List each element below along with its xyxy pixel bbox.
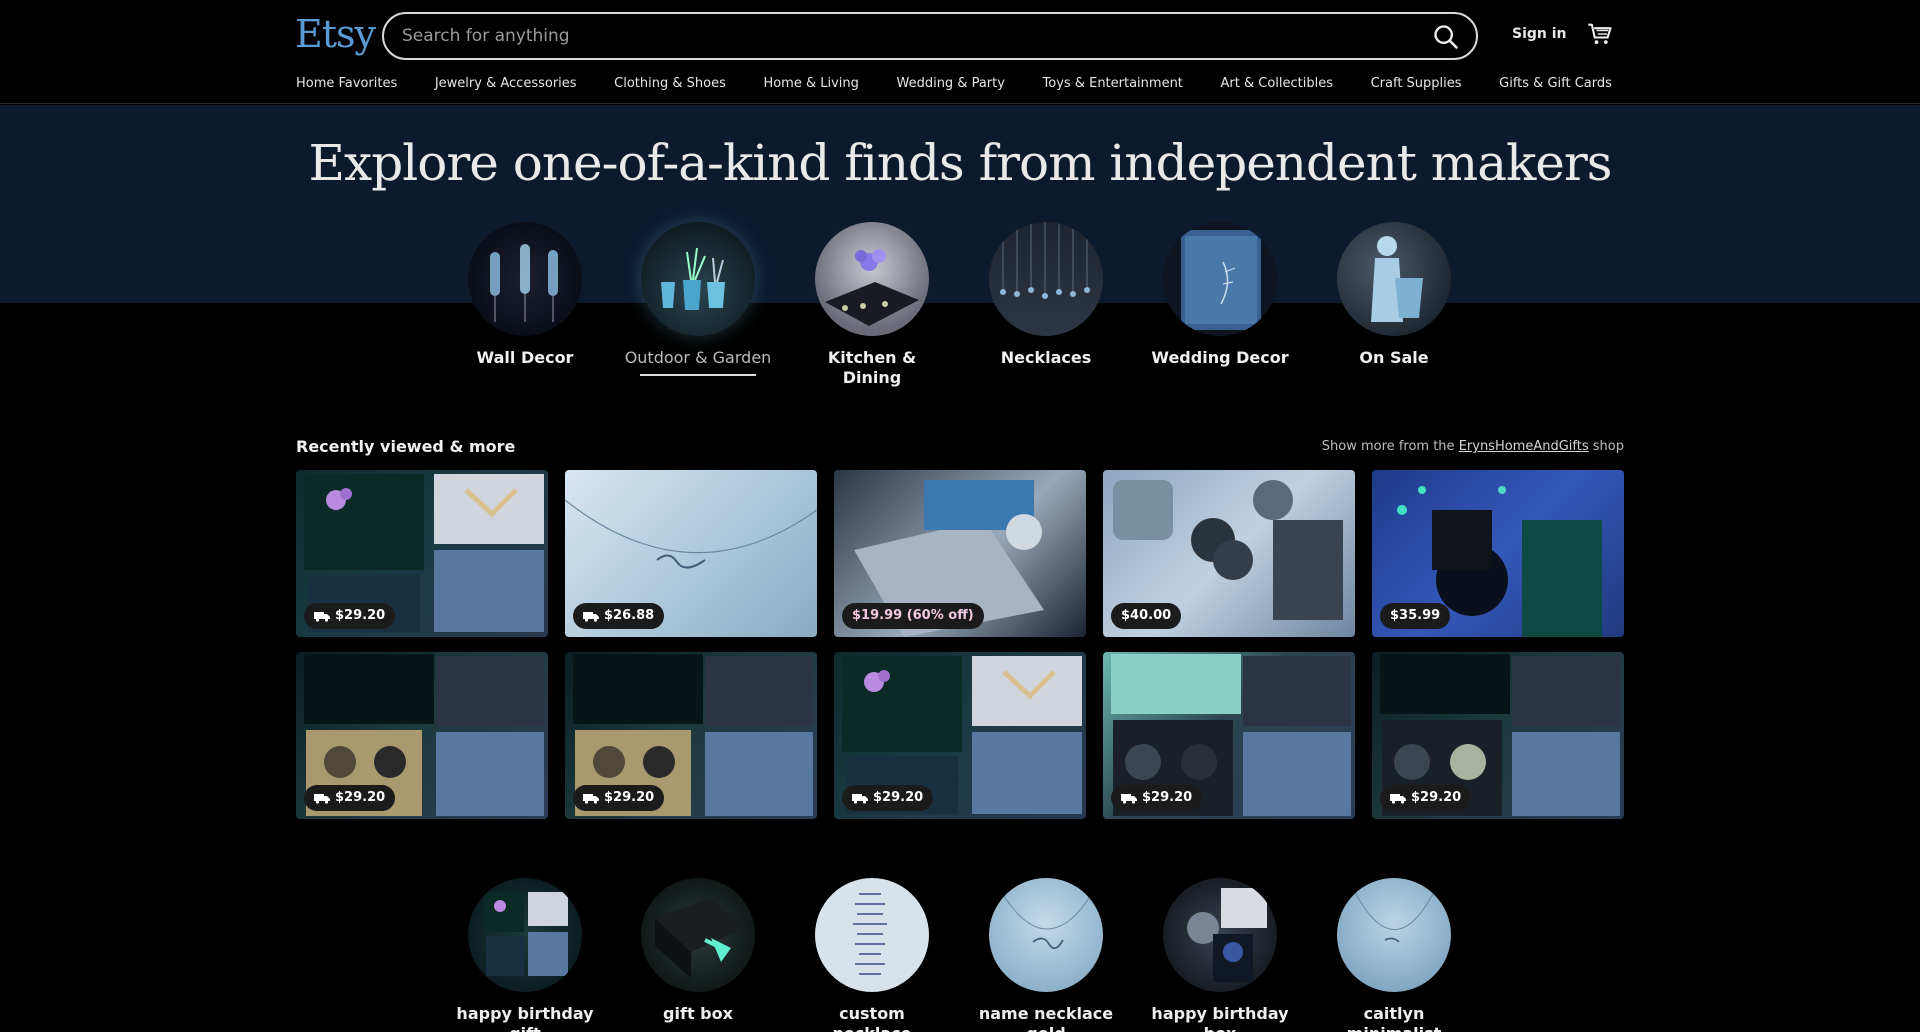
active-indicator: [640, 374, 756, 376]
truck-icon: [852, 794, 868, 804]
price-badge: $29.20: [842, 785, 934, 811]
shop-link[interactable]: ErynsHomeAndGifts: [1459, 439, 1589, 454]
search-icon[interactable]: [1432, 23, 1460, 51]
listing-card[interactable]: $29.20: [834, 652, 1086, 819]
listing-card[interactable]: $19.99 (60% off): [834, 470, 1086, 637]
price-badge: $35.99: [1380, 603, 1451, 629]
price-badge: $26.88: [573, 603, 665, 629]
price-badge: $29.20: [1380, 785, 1472, 811]
nav-wedding-party[interactable]: Wedding & Party: [896, 76, 1004, 91]
on-sale-image: [1337, 222, 1451, 336]
circle-necklaces[interactable]: Necklaces: [971, 222, 1121, 368]
nav-jewelry-accessories[interactable]: Jewelry & Accessories: [435, 76, 577, 91]
listing-card[interactable]: $40.00: [1103, 470, 1355, 637]
cart-icon[interactable]: [1586, 20, 1614, 48]
nav-clothing-shoes[interactable]: Clothing & Shoes: [614, 76, 726, 91]
price-badge: $29.20: [1111, 785, 1203, 811]
truck-icon: [1390, 794, 1406, 804]
gift-box-image: [641, 878, 755, 992]
custom-necklace-image: [815, 878, 929, 992]
search-input[interactable]: [402, 14, 1402, 58]
search-name-necklace-gold[interactable]: name necklace gold: [971, 878, 1121, 1032]
wall-decor-image: [468, 222, 582, 336]
search-caitlyn-minimalist[interactable]: caitlyn minimalist: [1319, 878, 1469, 1032]
nav-home-favorites[interactable]: Home Favorites: [296, 76, 397, 91]
listing-card[interactable]: $29.20: [296, 470, 548, 637]
truck-icon: [583, 794, 599, 804]
circle-kitchen-dining[interactable]: Kitchen & Dining: [797, 222, 947, 388]
price-badge: $40.00: [1111, 603, 1182, 629]
circle-wall-decor[interactable]: Wall Decor: [450, 222, 600, 368]
nav-art-collectibles[interactable]: Art & Collectibles: [1221, 76, 1333, 91]
truck-icon: [314, 612, 330, 622]
listing-card[interactable]: $29.20: [565, 652, 817, 819]
truck-icon: [314, 794, 330, 804]
necklaces-image: [989, 222, 1103, 336]
price-badge: $29.20: [573, 785, 665, 811]
listing-card[interactable]: $35.99: [1372, 470, 1624, 637]
search-custom-necklace[interactable]: custom necklace: [797, 878, 947, 1032]
happy-birthday-box-image: [1163, 878, 1277, 992]
name-necklace-gold-image: [989, 878, 1103, 992]
wedding-decor-image: [1163, 222, 1277, 336]
search-bar[interactable]: [382, 12, 1478, 60]
search-happy-birthday-box[interactable]: happy birthday box: [1145, 878, 1295, 1032]
hero-title: Explore one-of-a-kind finds from indepen…: [308, 134, 1613, 192]
nav-home-living[interactable]: Home & Living: [763, 76, 858, 91]
circle-on-sale[interactable]: On Sale: [1319, 222, 1469, 368]
outdoor-garden-image: [641, 222, 755, 336]
truck-icon: [583, 612, 599, 622]
nav-craft-supplies[interactable]: Craft Supplies: [1371, 76, 1462, 91]
kitchen-dining-image: [815, 222, 929, 336]
category-nav: Home Favorites Jewelry & Accessories Clo…: [296, 76, 1612, 91]
show-more-shop: Show more from the ErynsHomeAndGifts sho…: [1321, 439, 1624, 454]
recently-viewed-title: Recently viewed & more: [296, 437, 516, 456]
sign-in-link[interactable]: Sign in: [1512, 26, 1567, 42]
search-happy-birthday-gift[interactable]: happy birthday gift: [450, 878, 600, 1032]
listing-card[interactable]: $29.20: [1103, 652, 1355, 819]
nav-gifts-gift-cards[interactable]: Gifts & Gift Cards: [1499, 76, 1612, 91]
listing-card[interactable]: $29.20: [1372, 652, 1624, 819]
listing-card[interactable]: $29.20: [296, 652, 548, 819]
happy-birthday-gift-image: [468, 878, 582, 992]
search-gift-box[interactable]: gift box: [623, 878, 773, 1024]
price-badge: $29.20: [304, 785, 396, 811]
nav-toys-entertainment[interactable]: Toys & Entertainment: [1043, 76, 1183, 91]
price-badge: $19.99 (60% off): [842, 603, 984, 629]
etsy-logo[interactable]: Etsy: [295, 12, 376, 56]
circle-outdoor-garden[interactable]: Outdoor & Garden: [623, 222, 773, 376]
circle-wedding-decor[interactable]: Wedding Decor: [1145, 222, 1295, 368]
price-badge: $29.20: [304, 603, 396, 629]
caitlyn-minimalist-image: [1337, 878, 1451, 992]
truck-icon: [1121, 794, 1137, 804]
site-header: Etsy Sign in Home Favorites Jewelry & Ac…: [0, 0, 1920, 104]
listing-card[interactable]: $26.88: [565, 470, 817, 637]
